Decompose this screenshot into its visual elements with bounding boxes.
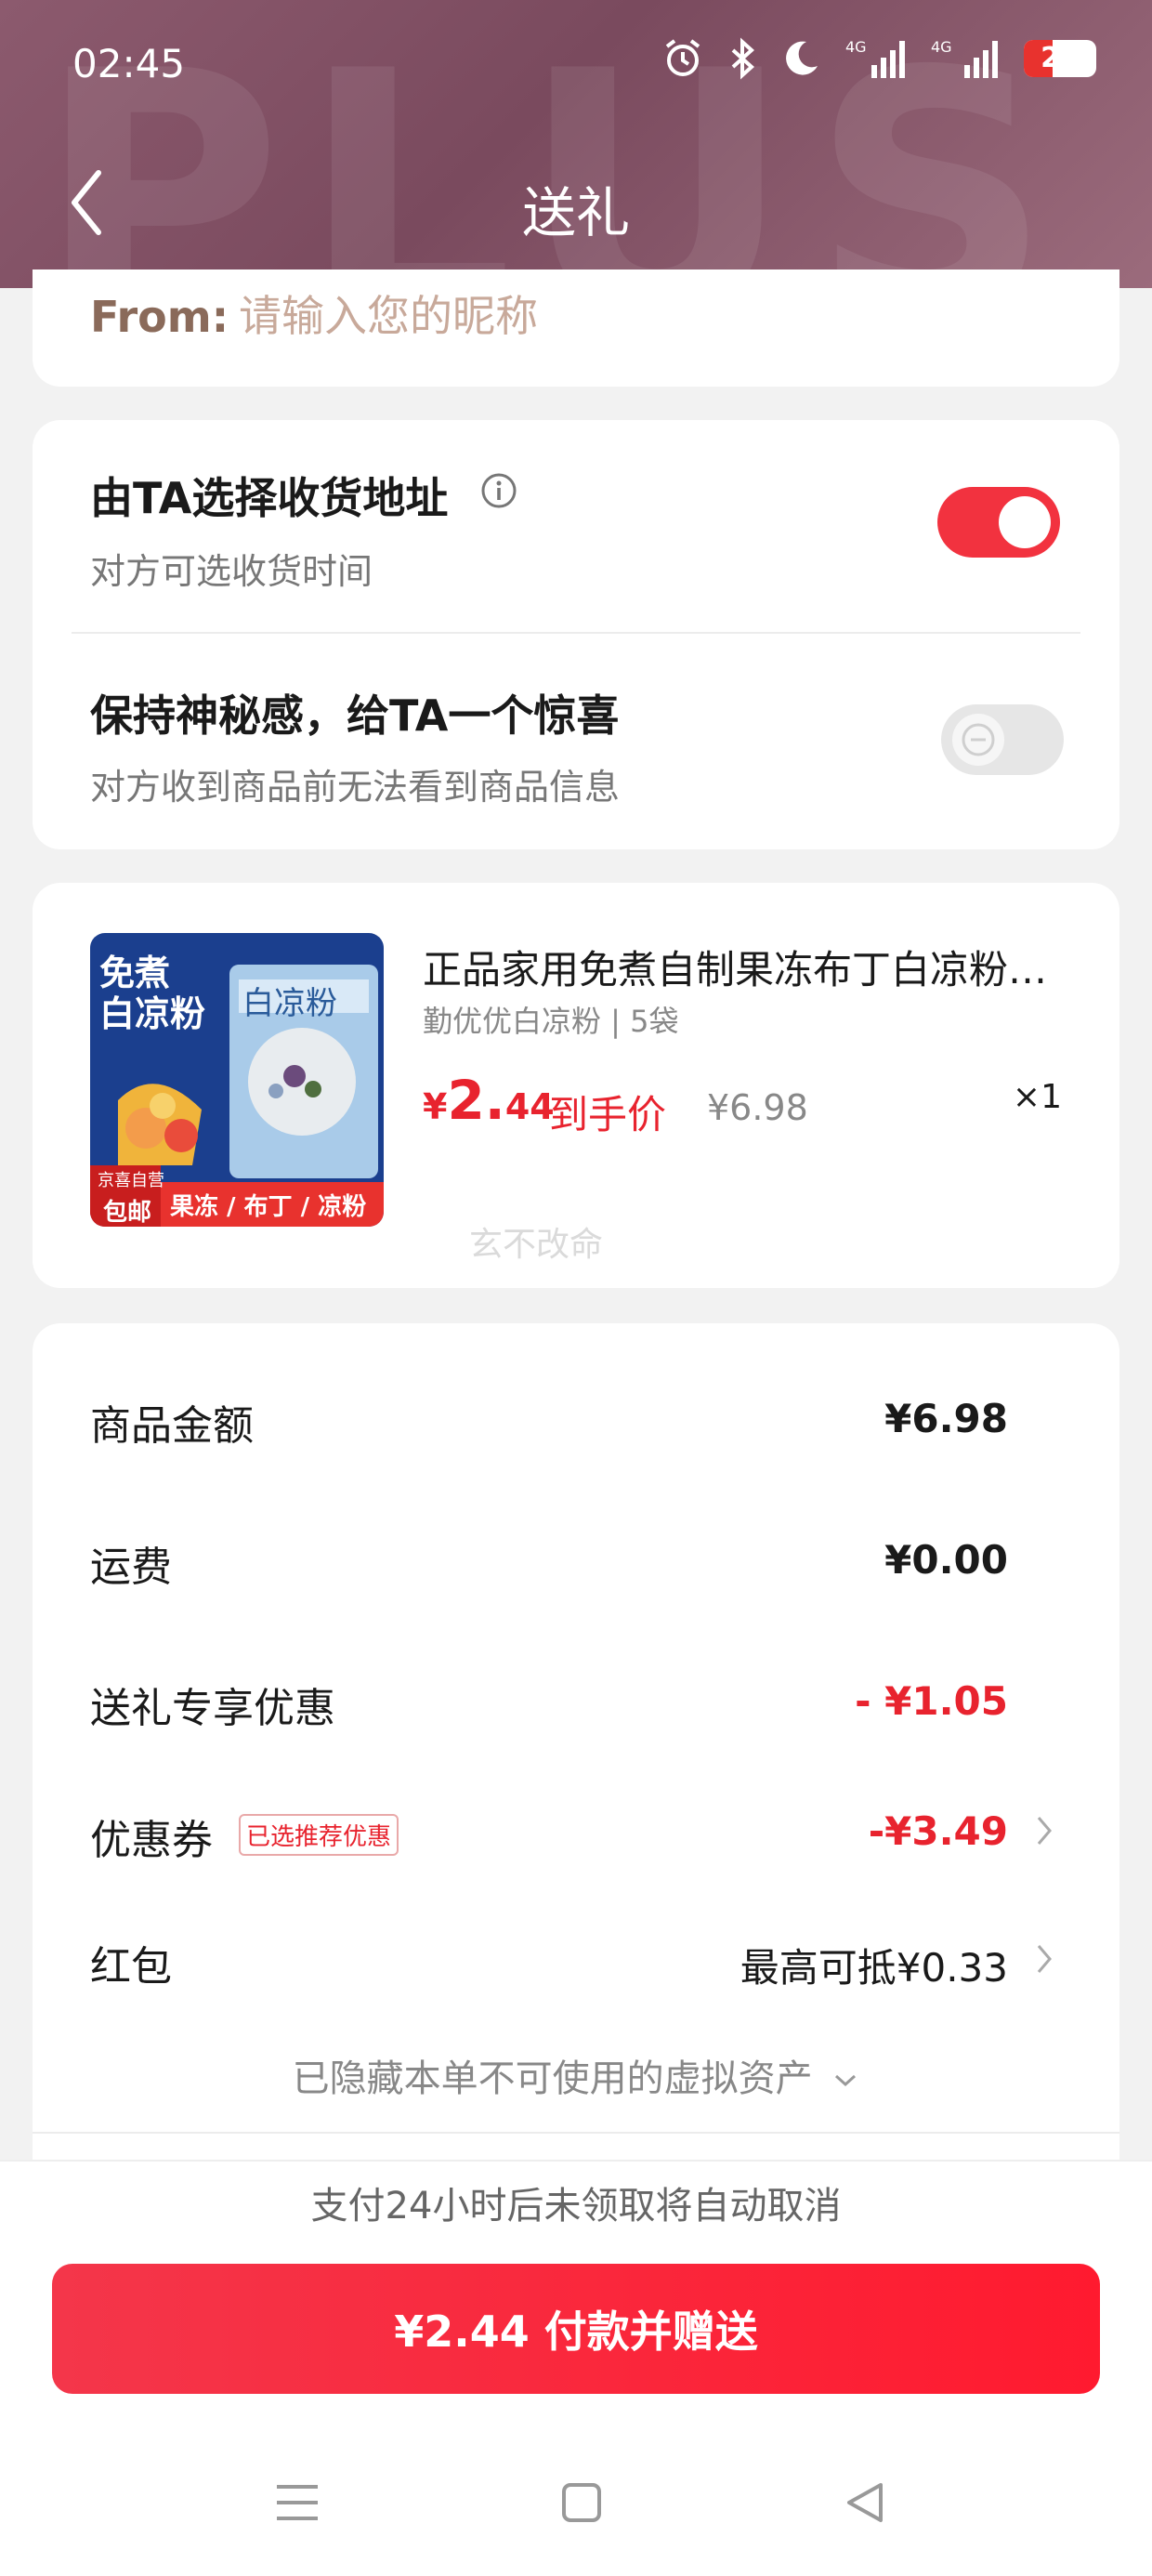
battery-icon: 20 <box>1024 40 1096 77</box>
hidden-assets-toggle[interactable]: 已隐藏本单不可使用的虚拟资产 <box>33 2048 1119 2102</box>
alarm-icon <box>665 39 700 76</box>
coupon-chevron-icon[interactable] <box>1036 1814 1053 1847</box>
red-packet-label[interactable]: 红包 <box>90 1933 172 1992</box>
product-image[interactable]: 免煮 白凉粉 白凉粉 果冻 / 布丁 / 凉粉 京喜自营 包邮 <box>90 933 384 1227</box>
divider <box>33 2132 1119 2134</box>
option-choose-address-subtitle: 对方可选收货时间 <box>90 551 373 592</box>
product-image-badge2: 包邮 <box>103 1199 152 1227</box>
gift-discount-value: - ¥1.05 <box>855 1678 1008 1724</box>
red-packet-value[interactable]: 最高可抵¥0.33 <box>740 1937 1008 1993</box>
signal-icon: 4G <box>845 38 905 78</box>
shipping-label: 运费 <box>90 1544 172 1591</box>
hidden-assets-label: 已隐藏本单不可使用的虚拟资产 <box>292 2057 813 2100</box>
product-image-pack-text: 白凉粉 <box>242 985 337 1022</box>
back-nav-icon[interactable] <box>844 2481 884 2524</box>
shipping-value: ¥0.00 <box>884 1537 1008 1583</box>
from-label: From: <box>90 292 229 342</box>
red-packet-chevron-icon[interactable] <box>1036 1942 1053 1976</box>
auto-cancel-notice: 支付24小时后未领取将自动取消 <box>0 2160 1152 2251</box>
status-time: 02:45 <box>72 41 186 86</box>
option-choose-address-title: 由TA选择收货地址 <box>90 473 449 523</box>
svg-text:4G: 4G <box>931 38 952 56</box>
pay-and-gift-button[interactable]: ¥2.44 付款并赠送 <box>52 2264 1100 2394</box>
page-title: 送礼 <box>521 181 630 244</box>
menu-nav-icon[interactable] <box>275 2481 320 2524</box>
info-icon[interactable] <box>480 472 517 509</box>
option-surprise-title: 保持神秘感，给TA一个惊喜 <box>90 690 620 741</box>
moon-icon <box>786 41 818 75</box>
toggle-minus-icon <box>962 723 995 756</box>
coupon-badge: 已选推荐优惠 <box>239 1814 399 1856</box>
home-nav-icon[interactable] <box>561 2481 602 2524</box>
product-image-badge1: 京喜自营 <box>98 1171 164 1190</box>
bottom-bar: ¥2.44 付款并赠送 <box>0 2249 1152 2576</box>
coupon-value[interactable]: -¥3.49 <box>869 1808 1008 1854</box>
price-summary-card: 商品金额 ¥6.98 运费 ¥0.00 送礼专享优惠 - ¥1.05 优惠券 已… <box>33 1323 1119 2160</box>
gift-options-card: 由TA选择收货地址 对方可选收货时间 保持神秘感，给TA一个惊喜 对方收到商品前… <box>33 420 1119 849</box>
auto-cancel-notice-text: 支付24小时后未领取将自动取消 <box>310 2185 842 2228</box>
product-card: 免煮 白凉粉 白凉粉 果冻 / 布丁 / 凉粉 京喜自营 包邮 正品家用免煮自制… <box>33 883 1119 1288</box>
product-name[interactable]: 正品家用免煮自制果冻布丁白凉粉家用... <box>423 939 1073 995</box>
bluetooth-icon <box>731 37 754 80</box>
product-spec: 勤优优白凉粉 | 5袋 <box>423 1004 679 1039</box>
svg-text:4G: 4G <box>845 38 867 56</box>
sender-card: From: <box>33 269 1119 387</box>
goods-amount-label: 商品金额 <box>90 1402 254 1450</box>
original-price: ¥6.98 <box>707 1087 808 1128</box>
surprise-toggle[interactable] <box>941 704 1064 775</box>
header: PLUS 02:45 4G 4G 20 送礼 <box>0 0 1152 288</box>
quantity: ×1 <box>1012 1078 1062 1116</box>
option-surprise-subtitle: 对方收到商品前无法看到商品信息 <box>90 767 621 808</box>
toggle-knob <box>952 714 1004 766</box>
coupon-label[interactable]: 优惠券 <box>90 1807 213 1866</box>
product-image-line2: 白凉粉 <box>99 993 206 1034</box>
product-image-banner: 果冻 / 布丁 / 凉粉 <box>170 1193 367 1221</box>
chevron-down-icon <box>835 2074 857 2087</box>
goods-amount-value: ¥6.98 <box>884 1396 1008 1441</box>
toggle-knob <box>999 496 1051 548</box>
final-price-tag: 到手价 <box>549 1092 667 1137</box>
nickname-input[interactable] <box>237 290 891 342</box>
choose-address-toggle[interactable] <box>937 487 1060 558</box>
signal-icon-2: 4G <box>931 38 998 78</box>
status-icons: 4G 4G 20 <box>661 37 1096 80</box>
final-price: ¥2.44 <box>423 1069 555 1132</box>
gift-discount-label: 送礼专享优惠 <box>90 1685 335 1732</box>
watermark: 玄不改命 <box>469 1226 604 1264</box>
divider <box>72 632 1080 634</box>
